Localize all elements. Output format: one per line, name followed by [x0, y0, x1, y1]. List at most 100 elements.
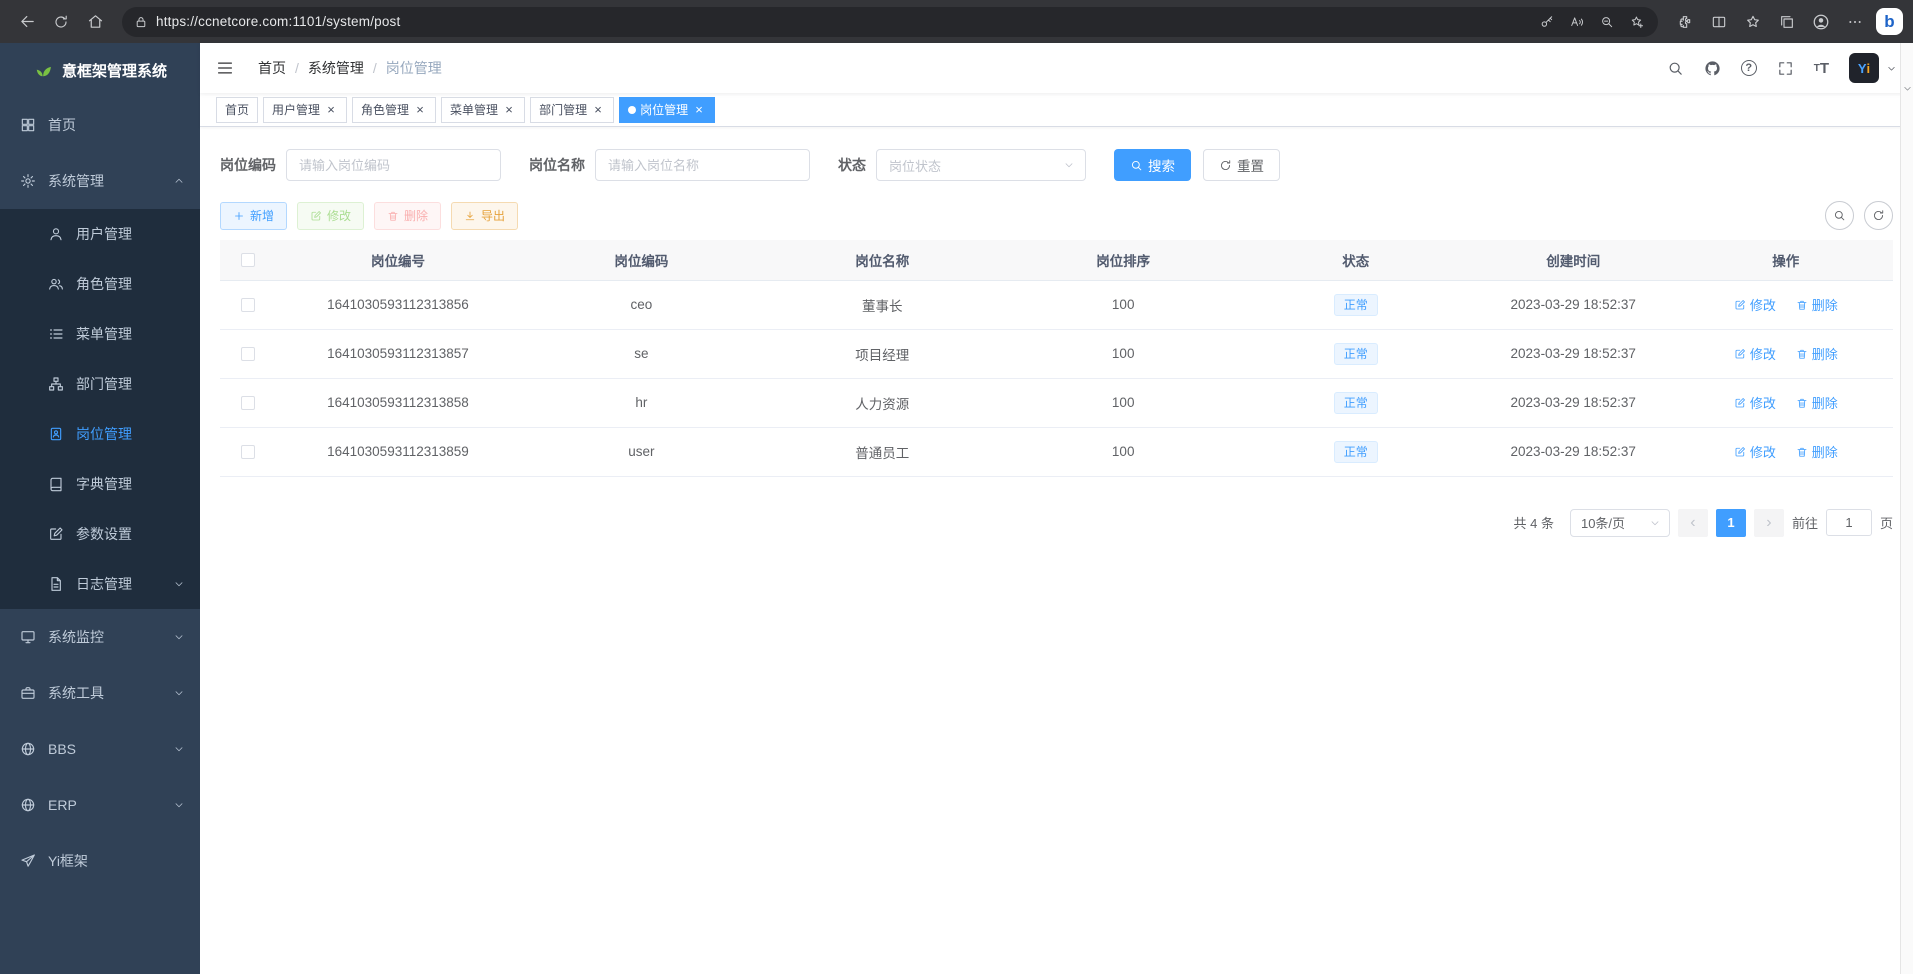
tab-department-management[interactable]: 部门管理× — [530, 97, 614, 123]
page-size-select[interactable]: 10条/页 — [1570, 509, 1670, 537]
paper-plane-icon — [20, 853, 36, 869]
tab-home[interactable]: 首页 — [216, 97, 258, 123]
table-row[interactable]: 1641030593112313859 user 普通员工 100 正常 202… — [220, 427, 1893, 476]
sidebar-item-home[interactable]: 首页 — [0, 97, 200, 153]
sidebar-item-post-management[interactable]: 岗位管理 — [0, 409, 200, 459]
row-delete-link[interactable]: 删除 — [1796, 344, 1838, 363]
sidebar-item-erp[interactable]: ERP — [0, 777, 200, 833]
post-code-cell: user — [521, 427, 762, 476]
breadcrumb-home[interactable]: 首页 — [258, 58, 286, 78]
sidebar-item-menu-management[interactable]: 菜单管理 — [0, 309, 200, 359]
user-avatar[interactable]: Yi — [1849, 53, 1879, 83]
post-name-cell: 普通员工 — [762, 427, 1003, 476]
reset-button[interactable]: 重置 — [1203, 149, 1280, 181]
browser-home-button[interactable] — [78, 6, 112, 38]
close-icon[interactable]: × — [591, 103, 605, 117]
extensions-icon[interactable] — [1668, 6, 1702, 38]
created-cell: 2023-03-29 18:52:37 — [1468, 378, 1679, 427]
row-delete-link[interactable]: 删除 — [1796, 295, 1838, 314]
sidebar-item-user-management[interactable]: 用户管理 — [0, 209, 200, 259]
export-button[interactable]: 导出 — [451, 202, 518, 230]
post-code-cell: ceo — [521, 280, 762, 329]
sidebar-item-system-monitoring[interactable]: 系统监控 — [0, 609, 200, 665]
row-checkbox[interactable] — [241, 396, 255, 410]
header-search-icon[interactable] — [1657, 43, 1694, 93]
sidebar-item-system-management[interactable]: 系统管理 — [0, 153, 200, 209]
sidebar-item-yi-framework[interactable]: Yi框架 — [0, 833, 200, 889]
post-id-cell: 1641030593112313859 — [275, 427, 521, 476]
add-favorite-icon[interactable] — [1622, 9, 1652, 35]
prev-page-button[interactable]: ‹ — [1678, 509, 1708, 537]
row-delete-link[interactable]: 删除 — [1796, 393, 1838, 412]
url-text[interactable]: https://ccnetcore.com:1101/system/post — [156, 14, 1532, 29]
tab-role-management[interactable]: 角色管理× — [352, 97, 436, 123]
close-icon[interactable]: × — [502, 103, 516, 117]
search-button[interactable]: 搜索 — [1114, 149, 1191, 181]
goto-page-input[interactable] — [1826, 509, 1872, 536]
breadcrumb-system[interactable]: 系统管理 — [308, 58, 364, 78]
next-page-button[interactable]: › — [1754, 509, 1784, 537]
table-row[interactable]: 1641030593112313856 ceo 董事长 100 正常 2023-… — [220, 280, 1893, 329]
post-id-cell: 1641030593112313857 — [275, 329, 521, 378]
trash-icon — [387, 210, 399, 222]
close-icon[interactable]: × — [692, 103, 706, 117]
read-aloud-icon[interactable] — [1562, 9, 1592, 35]
collapse-sidebar-button[interactable] — [200, 43, 250, 93]
sidebar-item-log-management[interactable]: 日志管理 — [0, 559, 200, 609]
tab-user-management[interactable]: 用户管理× — [263, 97, 347, 123]
browser-profile-avatar[interactable] — [1804, 6, 1838, 38]
hamburger-icon — [216, 59, 234, 77]
browser-back-button[interactable] — [10, 6, 44, 38]
browser-refresh-button[interactable] — [44, 6, 78, 38]
row-edit-link[interactable]: 修改 — [1734, 442, 1776, 461]
active-dot — [628, 106, 636, 114]
edit-button[interactable]: 修改 — [297, 202, 364, 230]
browser-menu-icon[interactable] — [1838, 6, 1872, 38]
browser-scrollbar[interactable] — [1900, 43, 1913, 974]
split-screen-icon[interactable] — [1702, 6, 1736, 38]
sidebar-item-bbs[interactable]: BBS — [0, 721, 200, 777]
sidebar-item-role-management[interactable]: 角色管理 — [0, 259, 200, 309]
password-key-icon[interactable] — [1532, 9, 1562, 35]
row-edit-link[interactable]: 修改 — [1734, 344, 1776, 363]
refresh-table-button[interactable] — [1864, 201, 1893, 230]
post-code-label: 岗位编码 — [220, 155, 276, 175]
row-edit-link[interactable]: 修改 — [1734, 295, 1776, 314]
zoom-icon[interactable] — [1592, 9, 1622, 35]
row-checkbox[interactable] — [241, 347, 255, 361]
table-row[interactable]: 1641030593112313858 hr 人力资源 100 正常 2023-… — [220, 378, 1893, 427]
tab-post-management[interactable]: 岗位管理× — [619, 97, 715, 123]
delete-button[interactable]: 删除 — [374, 202, 441, 230]
github-icon[interactable] — [1694, 43, 1731, 93]
post-code-input[interactable] — [286, 149, 501, 181]
sidebar-item-parameter-settings[interactable]: 参数设置 — [0, 509, 200, 559]
font-size-icon[interactable]: TT — [1804, 43, 1839, 93]
edit-icon — [48, 526, 64, 542]
tab-menu-management[interactable]: 菜单管理× — [441, 97, 525, 123]
post-name-input[interactable] — [595, 149, 810, 181]
add-button[interactable]: 新增 — [220, 202, 287, 230]
post-name-cell: 人力资源 — [762, 378, 1003, 427]
status-badge: 正常 — [1334, 441, 1378, 463]
address-bar[interactable]: https://ccnetcore.com:1101/system/post — [122, 7, 1658, 37]
table-row[interactable]: 1641030593112313857 se 项目经理 100 正常 2023-… — [220, 329, 1893, 378]
status-select[interactable]: 岗位状态 — [876, 149, 1086, 181]
row-edit-link[interactable]: 修改 — [1734, 393, 1776, 412]
collections-icon[interactable] — [1770, 6, 1804, 38]
select-all-checkbox[interactable] — [241, 253, 255, 267]
close-icon[interactable]: × — [324, 103, 338, 117]
row-checkbox[interactable] — [241, 298, 255, 312]
row-delete-link[interactable]: 删除 — [1796, 442, 1838, 461]
favorites-icon[interactable] — [1736, 6, 1770, 38]
row-checkbox[interactable] — [241, 445, 255, 459]
page-1-button[interactable]: 1 — [1716, 509, 1746, 537]
sidebar-item-department-management[interactable]: 部门管理 — [0, 359, 200, 409]
help-icon[interactable]: ? — [1731, 43, 1767, 93]
fullscreen-icon[interactable] — [1767, 43, 1804, 93]
post-code-cell: se — [521, 329, 762, 378]
sidebar-item-system-tools[interactable]: 系统工具 — [0, 665, 200, 721]
sidebar-item-dictionary-management[interactable]: 字典管理 — [0, 459, 200, 509]
toggle-search-button[interactable] — [1825, 201, 1854, 230]
copilot-bing-icon[interactable]: b — [1876, 8, 1903, 35]
close-icon[interactable]: × — [413, 103, 427, 117]
